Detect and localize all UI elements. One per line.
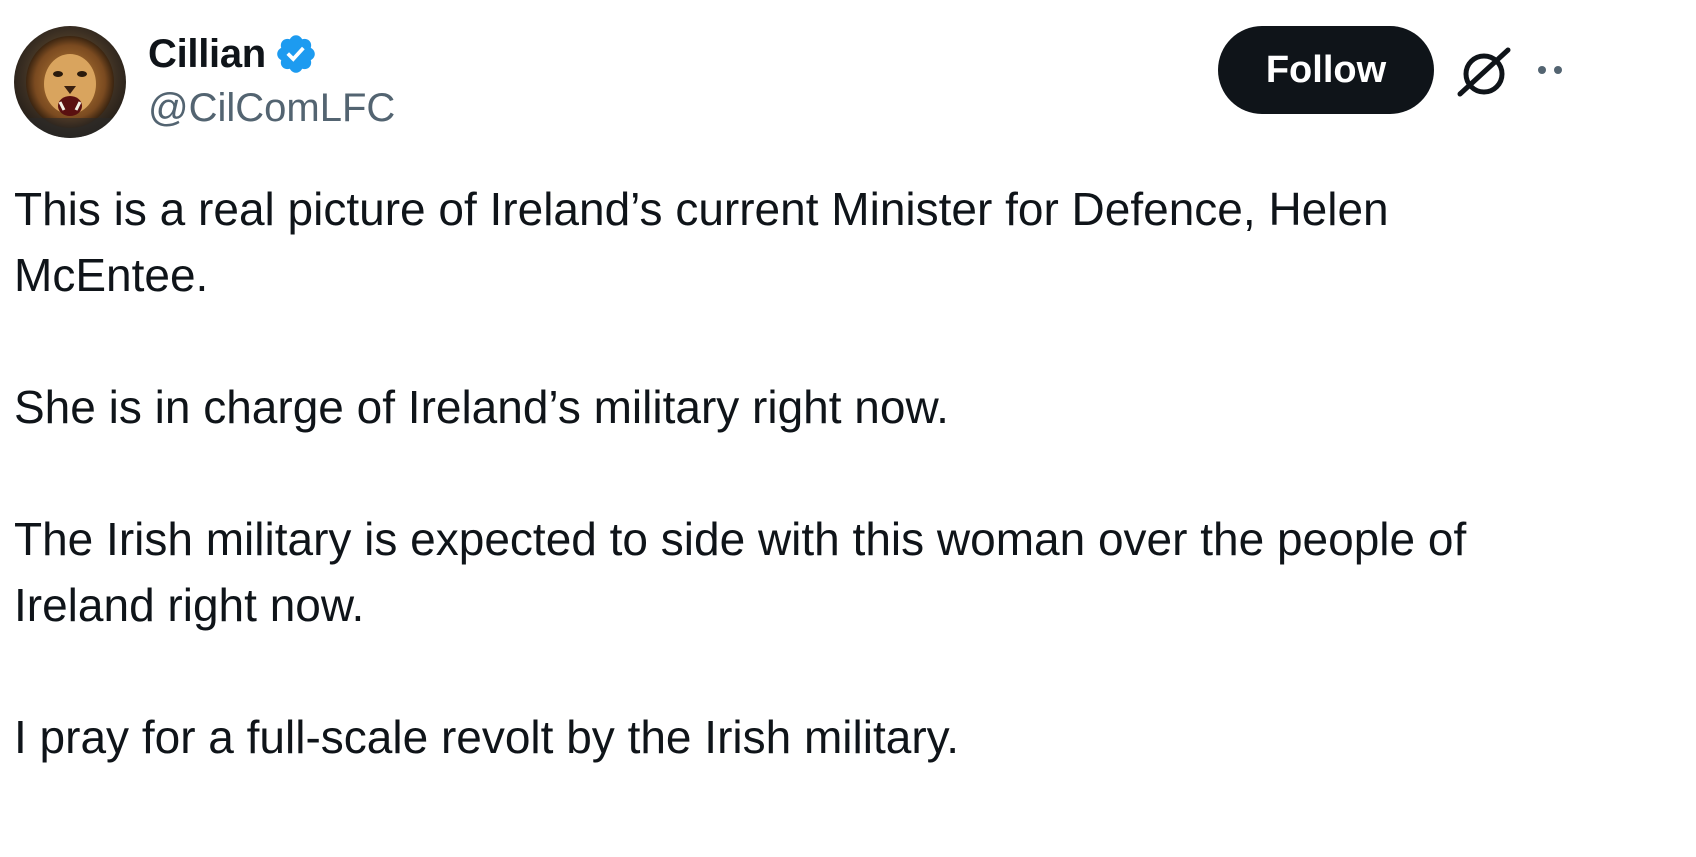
author-handle[interactable]: @CilComLFC bbox=[148, 84, 395, 132]
post-paragraph: I pray for a full-scale revolt by the Ir… bbox=[14, 711, 959, 763]
author-name-row: Cillian bbox=[148, 28, 395, 80]
post-paragraph: This is a real picture of Ireland’s curr… bbox=[14, 183, 1389, 301]
post-card: Cillian @CilComLFC Follow This is a real… bbox=[0, 0, 1696, 857]
author-display-name[interactable]: Cillian bbox=[148, 32, 266, 77]
follow-button[interactable]: Follow bbox=[1218, 26, 1434, 114]
grok-icon[interactable] bbox=[1454, 44, 1514, 100]
more-options-icon[interactable] bbox=[1534, 62, 1574, 78]
verified-badge-icon[interactable] bbox=[274, 32, 318, 76]
post-paragraph: She is in charge of Ireland’s military r… bbox=[14, 381, 949, 433]
author-avatar[interactable] bbox=[14, 26, 126, 138]
post-paragraph: The Irish military is expected to side w… bbox=[14, 513, 1467, 631]
post-text: This is a real picture of Ireland’s curr… bbox=[14, 176, 1574, 770]
lion-avatar-icon bbox=[14, 26, 126, 138]
author-info: Cillian @CilComLFC bbox=[148, 28, 395, 132]
